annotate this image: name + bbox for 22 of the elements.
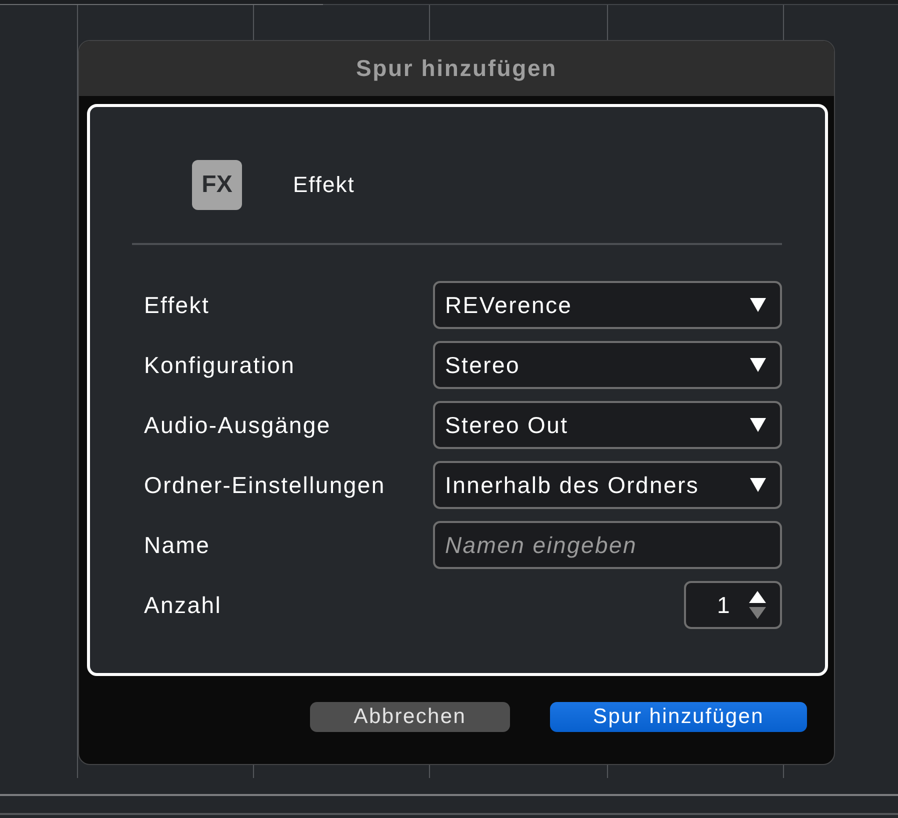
add-track-button[interactable]: Spur hinzufügen xyxy=(550,702,807,732)
name-input-field[interactable]: Namen eingeben xyxy=(433,521,782,569)
field-label: Effekt xyxy=(144,292,211,318)
dialog-title: Spur hinzufügen xyxy=(356,55,557,82)
track-type-label: Effekt xyxy=(293,172,355,198)
caret-icon xyxy=(750,478,766,492)
caret-icon xyxy=(750,418,766,432)
caret-icon xyxy=(750,298,766,312)
field-label: Name xyxy=(144,532,212,558)
field-label: Konfiguration xyxy=(144,352,296,378)
dropdown[interactable]: Stereo xyxy=(433,341,782,389)
field-label: Anzahl xyxy=(144,592,223,618)
caret-icon xyxy=(750,358,766,372)
dropdown[interactable]: Stereo Out xyxy=(433,401,782,449)
cancel-button[interactable]: Abbrechen xyxy=(310,702,510,732)
field-label: Audio-Ausgänge xyxy=(144,412,332,438)
up-triangle-icon[interactable] xyxy=(749,591,766,603)
field-label: Ordner-Einstellungen xyxy=(144,472,386,498)
fx-tile: FX xyxy=(192,160,242,210)
dropdown[interactable]: REVerence xyxy=(433,281,782,329)
number-stepper[interactable]: 1 xyxy=(684,581,782,629)
dropdown[interactable]: Innerhalb des Ordners xyxy=(433,461,782,509)
